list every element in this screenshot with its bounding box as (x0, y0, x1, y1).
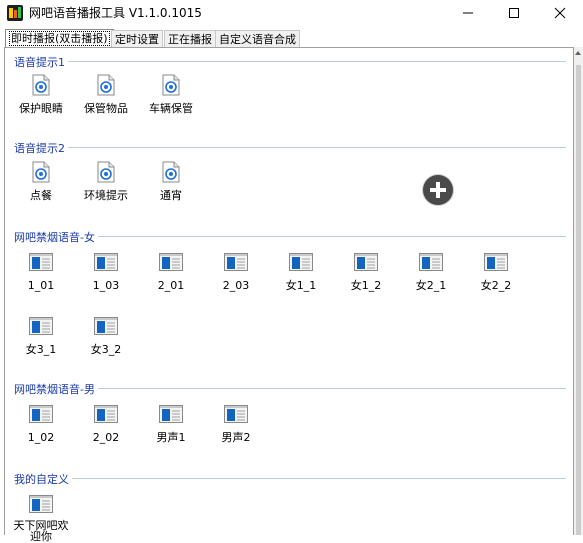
audio-file-icon (97, 74, 115, 96)
title-bar: 网吧语音播报工具 V1.1.0.1015 (0, 0, 583, 26)
media-file-icon (94, 317, 118, 335)
scroll-thumb[interactable] (576, 65, 581, 535)
voice-item-label: 女2_1 (415, 279, 447, 292)
audio-file-icon (162, 74, 180, 96)
tab-scheduled[interactable]: 定时设置 (111, 30, 163, 47)
minimize-button[interactable] (445, 0, 491, 26)
media-file-icon (29, 253, 53, 271)
maximize-icon (509, 8, 519, 18)
group-title: 语音提示2 (14, 140, 68, 156)
group-title: 网吧禁烟语音-男 (14, 381, 98, 397)
media-file-icon (484, 253, 508, 271)
audio-file-icon (32, 161, 50, 183)
voice-item-label: 女2_2 (480, 279, 512, 292)
voice-item-label: 点餐 (30, 189, 52, 202)
close-icon (554, 7, 566, 19)
voice-item-label: 保管物品 (84, 102, 128, 115)
voice-item-label: 保护眼睛 (19, 102, 63, 115)
media-file-icon (94, 405, 118, 423)
voice-item-label: 通宵 (160, 189, 182, 202)
voice-item-label: 女1_2 (350, 279, 382, 292)
media-file-icon (159, 405, 183, 423)
tab-now-playing[interactable]: 正在播报 (164, 30, 216, 47)
tab-strip: 即时播报(双击播报) 定时设置 正在播报 自定义语音合成 (0, 29, 583, 48)
voice-item-label: 1_02 (27, 431, 55, 444)
app-icon (7, 5, 23, 21)
group-divider (72, 478, 566, 479)
group-title: 网吧禁烟语音-女 (14, 229, 98, 245)
maximize-button[interactable] (491, 0, 537, 26)
media-file-icon (29, 317, 53, 335)
media-file-icon (224, 253, 248, 271)
media-file-icon (29, 495, 53, 513)
group-divider (97, 236, 566, 237)
window-title: 网吧语音播报工具 V1.1.0.1015 (29, 6, 202, 20)
voice-item-label: 1_03 (92, 279, 120, 292)
voice-item-label: 天下网吧欢迎你 (13, 519, 69, 543)
close-button[interactable] (537, 0, 583, 26)
media-file-icon (29, 405, 53, 423)
voice-item-label: 女3_1 (25, 343, 57, 356)
audio-file-icon (97, 161, 115, 183)
voice-item-label: 女1_1 (285, 279, 317, 292)
voice-item-label: 2_01 (157, 279, 185, 292)
add-button[interactable] (423, 175, 453, 205)
tab-custom-synthesis[interactable]: 自定义语音合成 (215, 30, 300, 47)
media-file-icon (224, 405, 248, 423)
voice-item-label: 男声2 (221, 431, 251, 444)
voice-item-label: 环境提示 (84, 189, 128, 202)
media-file-icon (289, 253, 313, 271)
media-file-icon (159, 253, 183, 271)
scroll-up-arrow-icon[interactable] (575, 51, 581, 55)
voice-item-label: 1_01 (27, 279, 55, 292)
vertical-scrollbar[interactable] (574, 47, 583, 535)
group-title: 我的自定义 (14, 471, 72, 487)
voice-item-label: 车辆保管 (149, 102, 193, 115)
group-title: 语音提示1 (14, 54, 68, 70)
audio-file-icon (32, 74, 50, 96)
media-file-icon (419, 253, 443, 271)
group-divider (68, 147, 566, 148)
voice-item-label: 2_03 (222, 279, 250, 292)
voice-item-label: 男声1 (156, 431, 186, 444)
group-divider (68, 61, 566, 62)
group-divider (97, 388, 566, 389)
voice-item-label: 女3_2 (90, 343, 122, 356)
media-file-icon (354, 253, 378, 271)
voice-item-label: 2_02 (92, 431, 120, 444)
audio-file-icon (162, 161, 180, 183)
tab-instant-broadcast[interactable]: 即时播报(双击播报) (5, 29, 114, 48)
media-file-icon (94, 253, 118, 271)
minimize-icon (463, 12, 473, 14)
